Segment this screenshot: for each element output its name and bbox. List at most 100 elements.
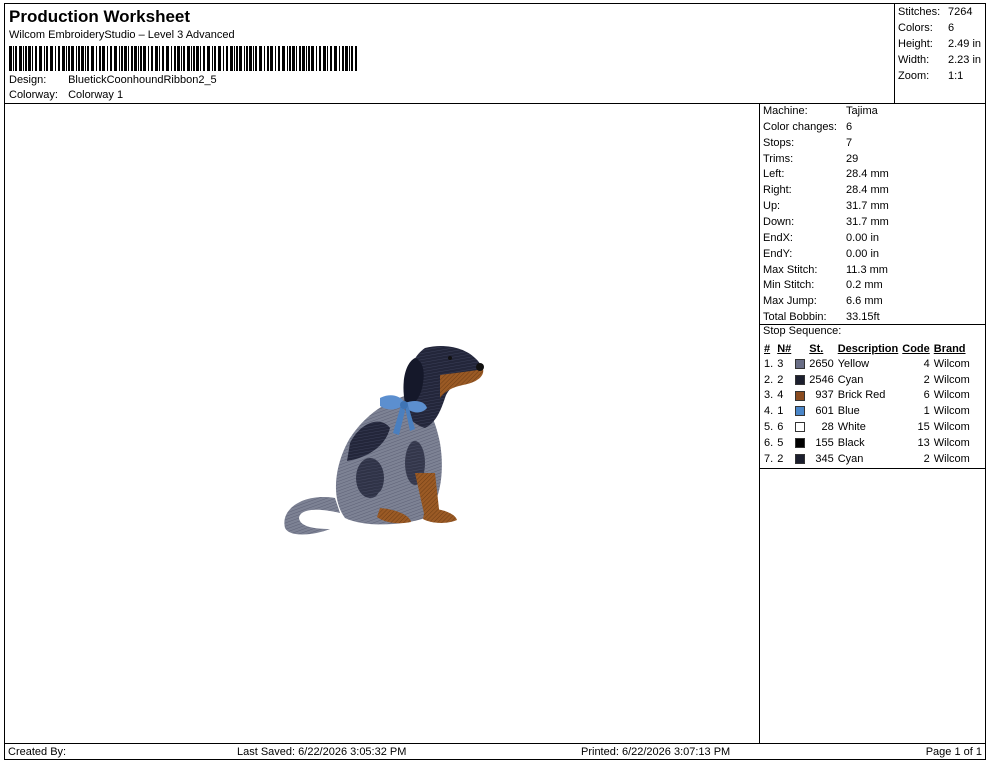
colorway-label: Colorway: xyxy=(9,89,58,101)
barcode-bar xyxy=(226,46,228,71)
summary-value: 7264 xyxy=(948,6,973,18)
barcode-bar xyxy=(239,46,242,71)
summary-label: Zoom: xyxy=(898,70,930,82)
prop-min-stitch: Min Stitch: 0.2 mm xyxy=(763,279,883,291)
barcode-bar xyxy=(85,46,86,71)
barcode-bar xyxy=(96,46,97,71)
prop-color-changes: Color changes: 6 xyxy=(763,121,852,133)
barcode-bar xyxy=(55,46,56,71)
table-header-row: # N# St. Description Code Brand xyxy=(762,341,972,356)
barcode-bar xyxy=(151,46,153,71)
page-number: Page 1 of 1 xyxy=(925,746,982,758)
col-brand: Brand xyxy=(933,342,966,355)
coonhound-embroidery-preview xyxy=(284,346,484,535)
barcode-bar xyxy=(68,46,70,71)
row-needle: 3 xyxy=(777,357,784,370)
row-code: 15 xyxy=(917,421,930,434)
row-brand: Wilcom xyxy=(933,389,970,402)
summary-value: 2.23 in xyxy=(948,54,982,66)
barcode-bar xyxy=(308,46,310,71)
prop-total-bobbin: Total Bobbin: 33.15ft xyxy=(763,311,880,323)
row-stitches: 28 xyxy=(821,421,834,434)
prop-trims: Trims: 29 xyxy=(763,153,858,165)
barcode-bar xyxy=(289,46,291,71)
summary-label: Colors: xyxy=(898,22,933,34)
table-row: 3. 4 937 Brick Red 6 Wilcom xyxy=(762,388,972,404)
color-swatch xyxy=(795,406,806,417)
prop-label: Machine: xyxy=(763,105,808,117)
prop-label: Max Stitch: xyxy=(763,264,818,276)
stop-sequence-title: Stop Sequence: xyxy=(763,325,842,337)
prop-value: 6 xyxy=(846,121,853,133)
row-code: 13 xyxy=(917,436,930,449)
row-brand: Wilcom xyxy=(933,357,970,370)
barcode-bar xyxy=(87,46,89,71)
prop-endy: EndY: 0.00 in xyxy=(763,248,879,260)
barcode-bar xyxy=(76,46,77,71)
row-stitches: 601 xyxy=(815,405,834,418)
barcode-bar xyxy=(174,46,176,71)
barcode-bar xyxy=(267,46,269,71)
summary-value: 6 xyxy=(948,22,955,34)
footer: Created By: Last Saved: 6/22/2026 3:05:3… xyxy=(4,743,986,760)
prop-label: Stops: xyxy=(763,137,795,149)
barcode-bar xyxy=(349,46,350,71)
barcode-bar xyxy=(203,46,205,71)
summary-zoom: Zoom: 1:1 xyxy=(898,70,963,82)
summary-label: Width: xyxy=(898,54,930,66)
barcode-bar xyxy=(302,46,305,71)
prop-left: Left: 28.4 mm xyxy=(763,168,889,180)
row-swatch xyxy=(793,451,807,467)
prop-value: 29 xyxy=(846,153,859,165)
summary-panel: Stitches: 7264 Colors: 6 Height: 2.49 in Wi… xyxy=(894,3,986,104)
prop-label: Min Stitch: xyxy=(763,279,815,291)
prop-label: Max Jump: xyxy=(763,295,817,307)
row-swatch xyxy=(793,419,807,435)
barcode-bar xyxy=(162,46,164,71)
barcode-bar xyxy=(319,46,321,71)
prop-label: EndY: xyxy=(763,248,793,260)
row-needle: 4 xyxy=(777,389,784,402)
barcode-bar xyxy=(121,46,123,71)
prop-max-jump: Max Jump: 6.6 mm xyxy=(763,295,883,307)
prop-label: Right: xyxy=(763,184,792,196)
summary-stitches: Stitches: 7264 xyxy=(898,6,972,18)
printed-date: Printed: 6/22/2026 3:07:13 PM xyxy=(581,746,731,758)
summary-colors: Colors: 6 xyxy=(898,22,954,34)
table-row: 5. 6 28 White 15 Wilcom xyxy=(762,419,972,435)
barcode-bar xyxy=(181,46,182,71)
prop-value: 0.00 in xyxy=(846,248,880,260)
barcode-bar xyxy=(159,46,160,71)
barcode-bar xyxy=(193,46,195,71)
barcode-bar xyxy=(296,46,297,71)
barcode-bar xyxy=(334,46,337,71)
stop-sequence-table: # N# St. Description Code Brand 1. 3 2650 Y… xyxy=(762,341,972,467)
row-description: Brick Red xyxy=(837,389,886,402)
barcode-bar xyxy=(223,46,224,71)
barcode-bar xyxy=(327,46,328,71)
summary-label: Height: xyxy=(898,38,933,50)
barcode-bar xyxy=(25,46,27,71)
prop-label: Down: xyxy=(763,216,795,228)
summary-width: Width: 2.23 in xyxy=(898,54,981,66)
prop-value: 28.4 mm xyxy=(846,184,889,196)
table-row: 6. 5 155 Black 13 Wilcom xyxy=(762,435,972,451)
row-swatch xyxy=(793,388,807,404)
last-saved: Last Saved: 6/22/2026 3:05:32 PM xyxy=(237,746,407,758)
barcode-bar xyxy=(236,46,238,71)
row-index: 4. xyxy=(764,405,774,418)
barcode-bar xyxy=(110,46,112,71)
summary-value: 2.49 in xyxy=(948,38,982,50)
barcode-bar xyxy=(148,46,149,71)
row-needle: 2 xyxy=(777,373,784,386)
prop-value: Tajima xyxy=(846,105,878,117)
barcode-bar xyxy=(71,46,74,71)
barcode-bar xyxy=(306,46,307,71)
row-code: 4 xyxy=(923,357,930,370)
barcode-bar xyxy=(330,46,332,71)
barcode-bar xyxy=(278,46,280,71)
col-needle: N# xyxy=(777,342,792,355)
barcode-bar xyxy=(246,46,248,71)
prop-value: 0.00 in xyxy=(846,232,880,244)
row-description: Cyan xyxy=(837,452,864,465)
